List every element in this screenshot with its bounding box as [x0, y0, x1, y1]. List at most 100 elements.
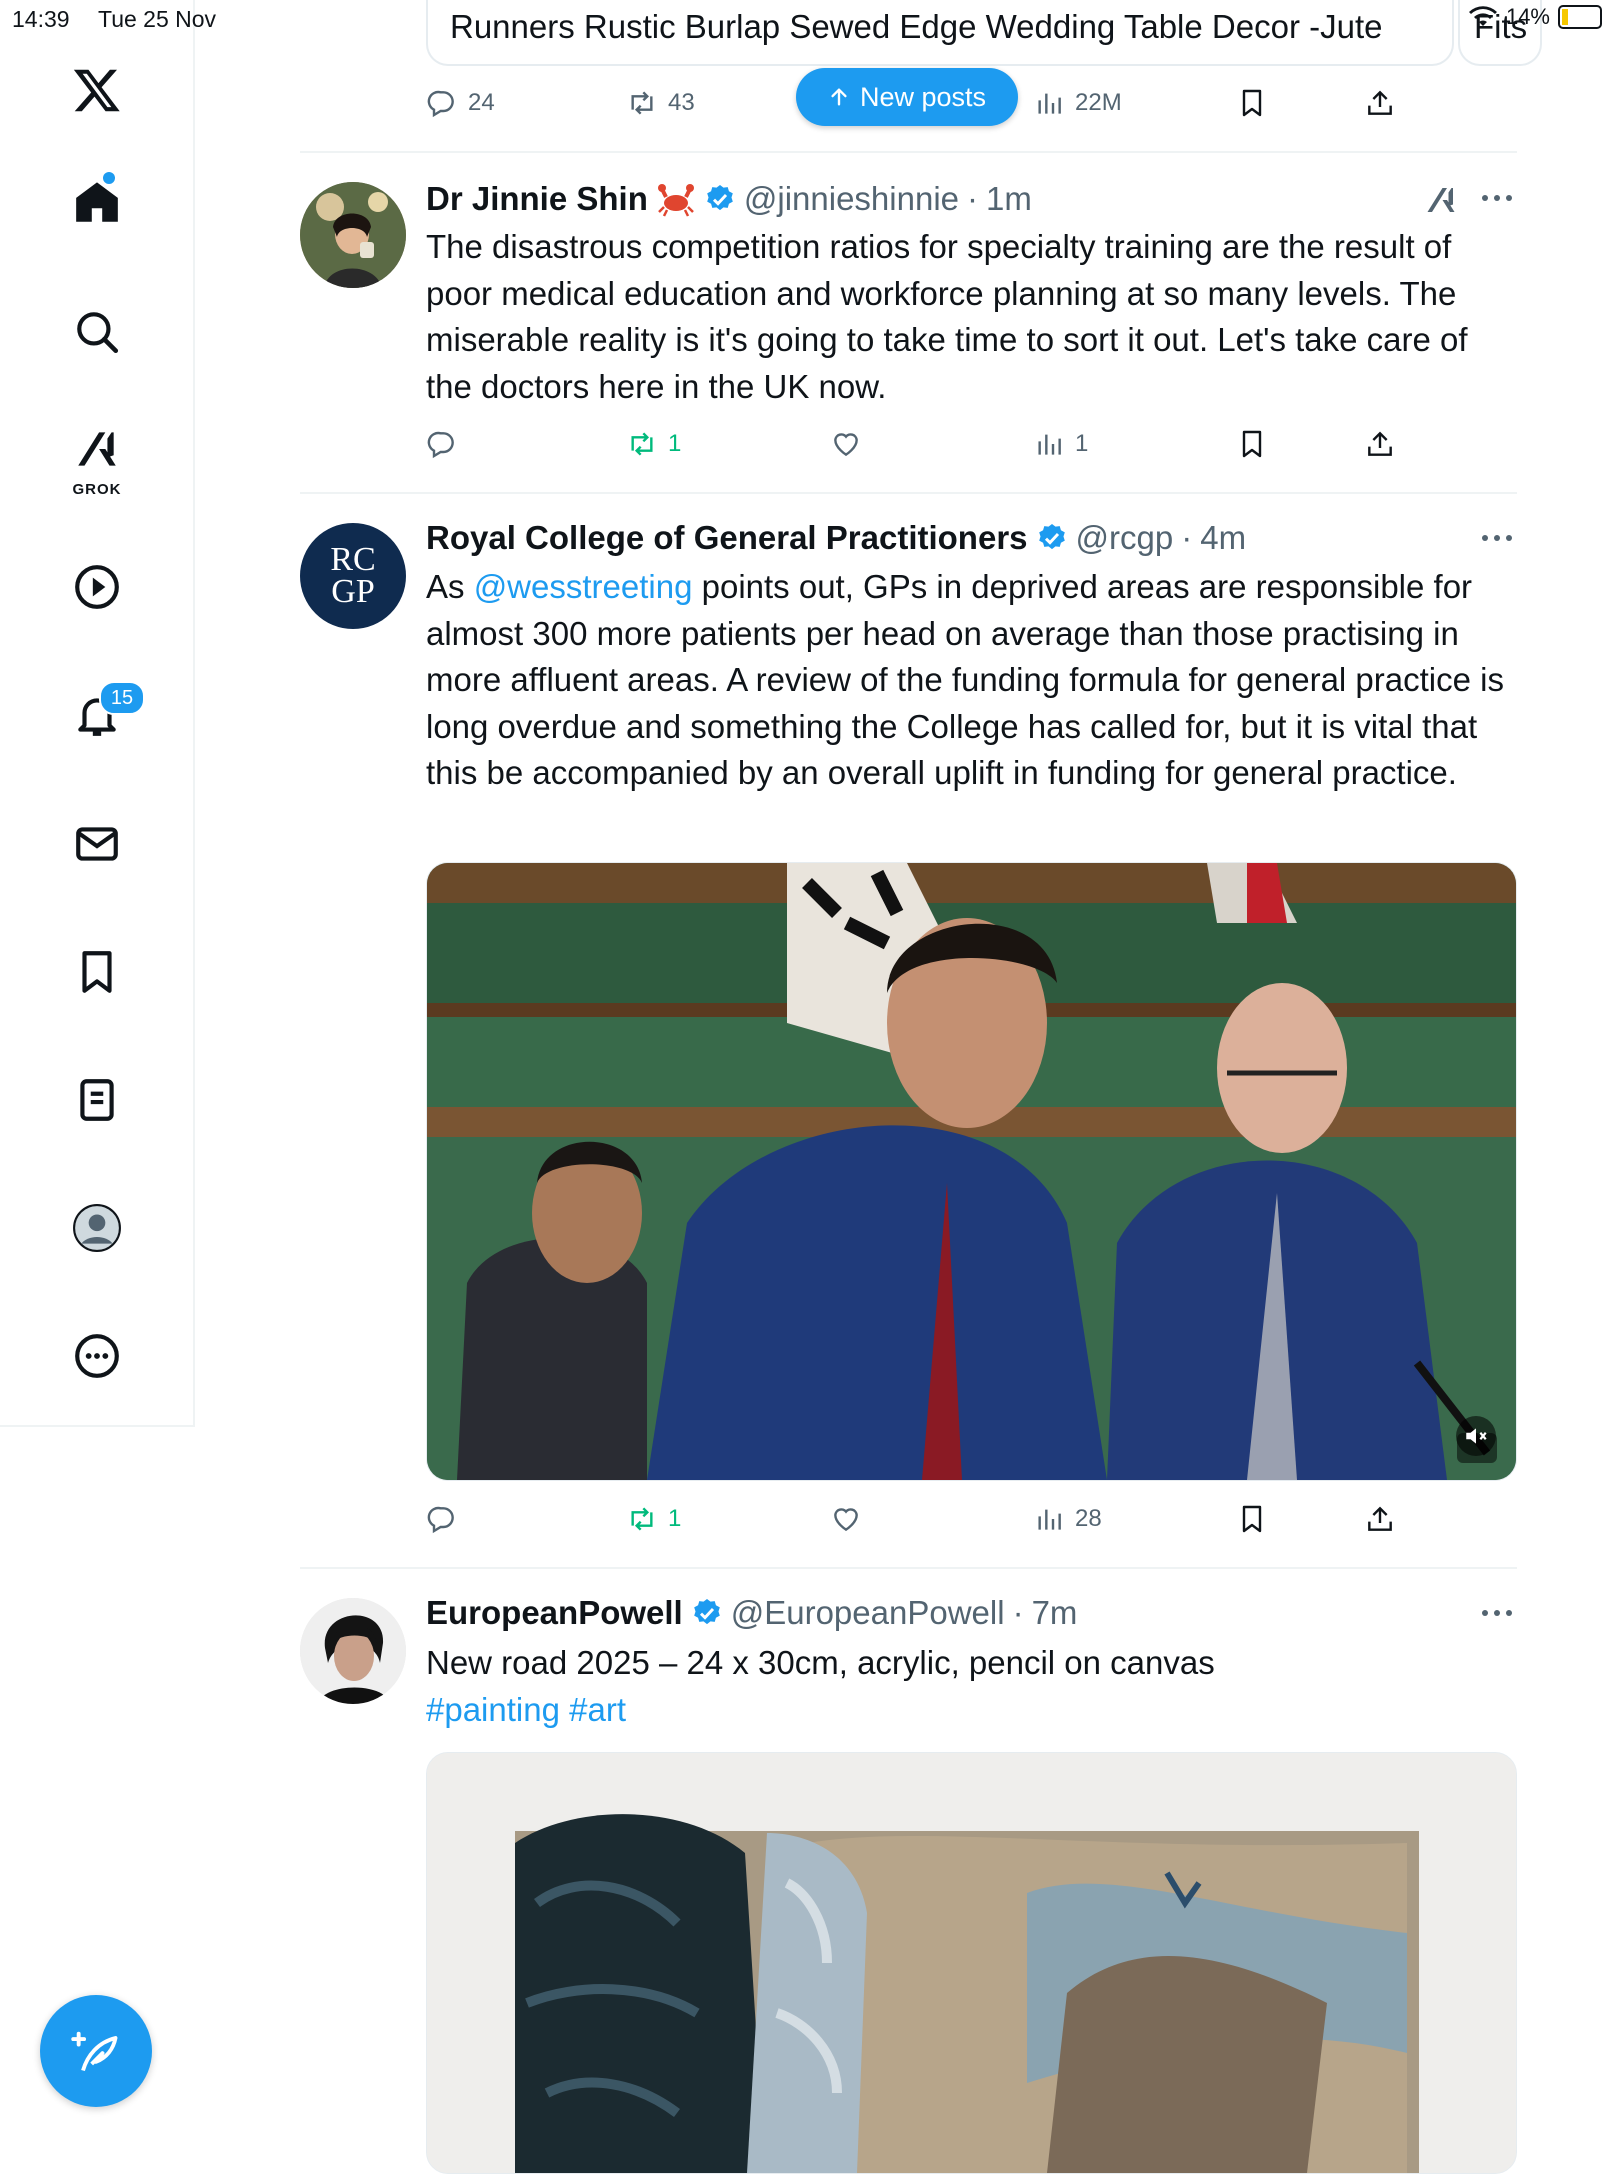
profile-avatar-icon: [73, 1204, 121, 1252]
wifi-icon: [1468, 6, 1497, 26]
separator-dot: ·: [1181, 519, 1193, 556]
verified-badge-icon: [693, 1599, 720, 1625]
new-posts-label: New posts: [859, 81, 987, 112]
share-icon: [1368, 1506, 1392, 1531]
repost-icon: [631, 91, 653, 115]
grok-icon: [78, 432, 116, 466]
avatar[interactable]: [300, 182, 406, 288]
mail-icon: [76, 827, 118, 861]
battery-icon: [1558, 5, 1602, 29]
status-date: Tue 25 Nov: [98, 6, 217, 32]
play-circle-icon: [75, 565, 119, 609]
post-text: The disastrous competition ratios for sp…: [426, 228, 1468, 405]
verified-badge-icon: [1038, 524, 1065, 550]
share-icon: [1368, 90, 1392, 115]
author-name[interactable]: EuropeanPowell: [426, 1594, 683, 1632]
sidebar-nav: GROK 15: [0, 0, 195, 1427]
views-button[interactable]: 1: [1033, 419, 1088, 469]
repost-button[interactable]: 1: [626, 1494, 681, 1544]
reply-button[interactable]: [426, 1494, 458, 1544]
views-button[interactable]: 22M: [1033, 78, 1122, 128]
repost-count: 1: [668, 430, 682, 457]
post-divider: [300, 151, 1517, 153]
repost-button[interactable]: 43: [626, 78, 695, 128]
home-unread-dot: [103, 172, 115, 184]
more-circle-icon: [75, 1334, 119, 1378]
sidebar-item-grok[interactable]: GROK: [55, 420, 139, 498]
compose-feather-icon: [71, 2031, 118, 2072]
heart-icon: [834, 433, 858, 457]
repost-count: 1: [668, 1505, 682, 1532]
repost-button[interactable]: 1: [626, 419, 681, 469]
grok-post-button[interactable]: [1423, 178, 1463, 222]
reply-icon: [427, 1506, 454, 1534]
bookmark-button[interactable]: [1236, 78, 1268, 128]
avatar[interactable]: RC GP: [300, 523, 406, 629]
bookmark-button[interactable]: [1236, 1494, 1268, 1544]
post-time[interactable]: 7m: [1032, 1594, 1078, 1632]
hashtags[interactable]: #painting #art: [426, 1687, 1516, 1734]
author-name[interactable]: Royal College of General Practitioners: [426, 519, 1028, 557]
share-button[interactable]: [1364, 78, 1396, 128]
post-divider: [300, 1567, 1517, 1569]
list-icon: [80, 1079, 114, 1121]
heart-icon: [834, 1508, 858, 1532]
speaker-muted-icon: [1466, 1428, 1487, 1444]
share-button[interactable]: [1364, 419, 1396, 469]
author-name[interactable]: Dr Jinnie Shin: [426, 180, 648, 218]
compose-post-button[interactable]: [40, 1995, 152, 2107]
sidebar-item-video[interactable]: [55, 545, 139, 629]
mention-link[interactable]: @wesstreeting: [474, 568, 693, 605]
post-time[interactable]: 1m: [986, 180, 1032, 218]
bookmark-icon: [1242, 430, 1262, 458]
sidebar-item-notifications[interactable]: 15: [55, 673, 145, 757]
like-button[interactable]: [830, 419, 862, 469]
author-handle[interactable]: @rcgp: [1076, 519, 1174, 557]
views-chart-icon: [1038, 93, 1061, 114]
reply-button[interactable]: 24: [426, 78, 495, 128]
share-button[interactable]: [1364, 1494, 1396, 1544]
new-posts-button[interactable]: New posts: [796, 68, 1018, 126]
post-header: Dr Jinnie Shin @jinnieshinnie · 1m: [426, 177, 1032, 221]
post-actions: 1 1: [426, 419, 1426, 469]
status-bar: 14:39 Tue 25 Nov 14%: [0, 0, 1620, 40]
reply-button[interactable]: [426, 419, 458, 469]
sidebar-item-lists[interactable]: [55, 1058, 139, 1142]
views-count: 1: [1075, 430, 1089, 457]
more-options-icon[interactable]: [1477, 1601, 1517, 1625]
bookmark-icon: [1242, 1505, 1262, 1533]
sidebar-item-bookmarks[interactable]: [55, 930, 139, 1014]
post-image[interactable]: [426, 1752, 1517, 2174]
bookmark-button[interactable]: [1236, 419, 1268, 469]
sidebar-item-explore[interactable]: [55, 290, 139, 374]
notification-badge: 15: [99, 681, 145, 715]
repost-count: 43: [668, 89, 695, 116]
views-count: 28: [1075, 1505, 1102, 1532]
arrow-up-icon: [831, 88, 847, 106]
views-button[interactable]: 28: [1033, 1494, 1102, 1544]
sidebar-item-messages[interactable]: [55, 802, 139, 886]
like-button[interactable]: [830, 1494, 862, 1544]
share-icon: [1368, 431, 1392, 456]
x-logo-icon[interactable]: [55, 48, 139, 132]
more-options-icon[interactable]: [1477, 186, 1517, 210]
author-handle[interactable]: @jinnieshinnie: [744, 180, 959, 218]
separator-dot: ·: [1012, 1594, 1024, 1631]
crab-emoji-icon: [657, 184, 694, 217]
avatar[interactable]: [300, 1598, 406, 1704]
sidebar-item-more[interactable]: [55, 1314, 139, 1398]
post-time[interactable]: 4m: [1200, 519, 1246, 557]
mute-toggle[interactable]: [1456, 1416, 1496, 1456]
sidebar-item-home[interactable]: [55, 160, 139, 244]
post-video[interactable]: [426, 862, 1517, 1481]
home-icon: [76, 182, 118, 222]
reply-icon: [427, 90, 454, 118]
battery-percent: 14%: [1505, 4, 1550, 29]
sidebar-item-profile[interactable]: [55, 1186, 139, 1270]
reply-count: 24: [468, 89, 495, 116]
post-header: EuropeanPowell @EuropeanPowell · 7m: [426, 1591, 1077, 1635]
repost-icon: [631, 1507, 653, 1531]
more-options-icon[interactable]: [1477, 526, 1517, 550]
author-handle[interactable]: @EuropeanPowell: [731, 1594, 1005, 1632]
post-divider: [300, 492, 1517, 494]
